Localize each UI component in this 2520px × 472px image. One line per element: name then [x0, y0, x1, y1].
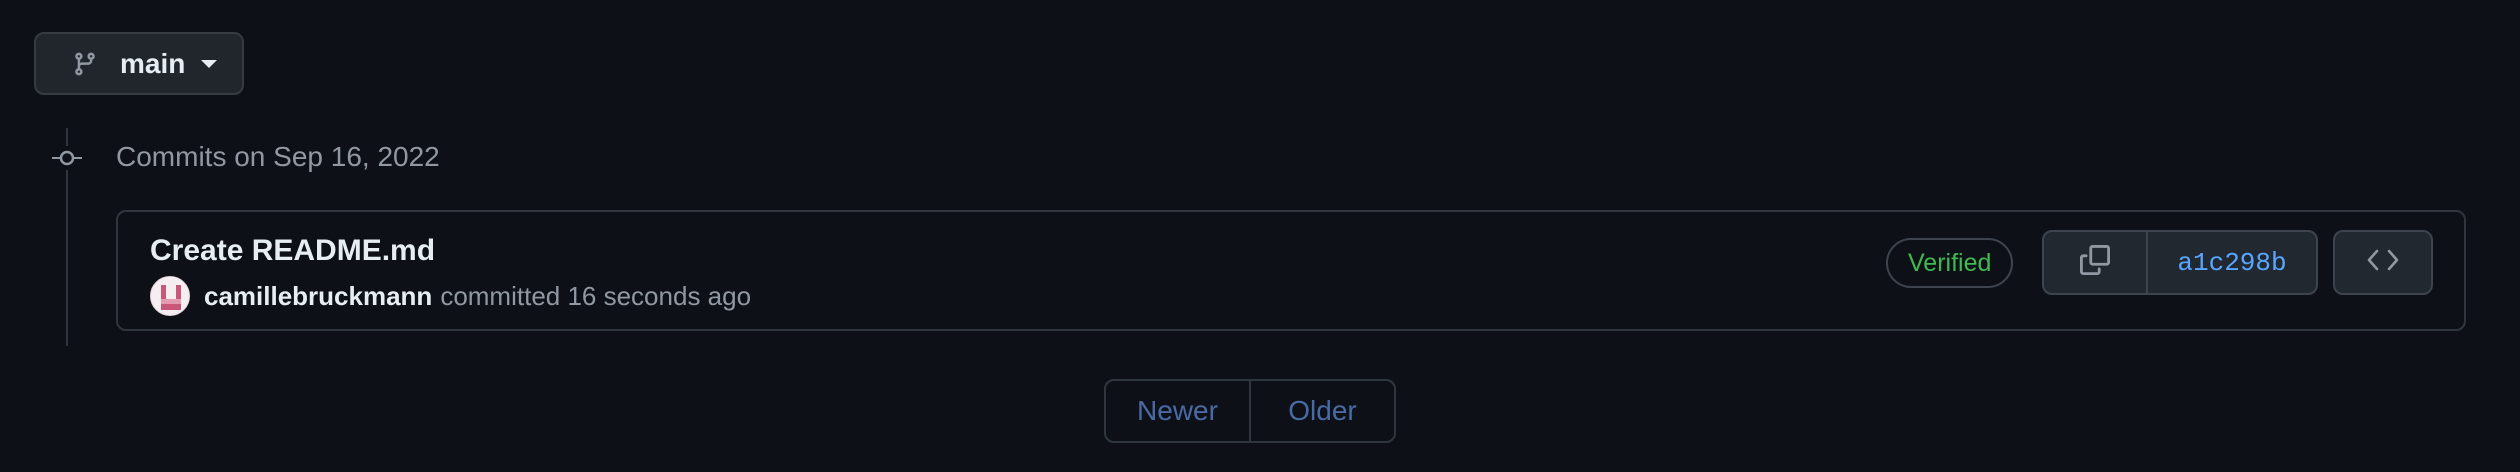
- copy-icon: [2080, 245, 2110, 280]
- git-commit-icon: [52, 146, 82, 170]
- pagination: Newer Older: [1104, 379, 1396, 443]
- chevron-down-icon: [201, 59, 218, 68]
- verified-badge[interactable]: Verified: [1886, 238, 2014, 288]
- commit-group-heading: Commits on Sep 16, 2022: [116, 141, 440, 172]
- copy-sha-button[interactable]: [2044, 232, 2148, 293]
- commit-row: Create README.md camillebruckmann commit…: [116, 210, 2466, 331]
- branch-name: main: [120, 47, 186, 79]
- newer-button[interactable]: Newer: [1106, 381, 1251, 441]
- commit-title-link[interactable]: Create README.md: [150, 234, 435, 268]
- code-icon: [2366, 248, 2400, 277]
- commit-sha-link[interactable]: a1c298b: [2148, 232, 2316, 293]
- older-button[interactable]: Older: [1251, 381, 1394, 441]
- author-link[interactable]: camillebruckmann: [204, 281, 432, 312]
- commit-timestamp: committed 16 seconds ago: [440, 280, 752, 311]
- avatar[interactable]: [150, 276, 190, 316]
- commit-meta: camillebruckmann committed 16 seconds ag…: [150, 276, 751, 316]
- commits-page: main Commits on Sep 16, 2022 Create READ…: [0, 0, 2520, 472]
- branch-selector-button[interactable]: main: [34, 32, 244, 95]
- browse-repository-button[interactable]: [2333, 230, 2433, 295]
- git-branch-icon: [70, 48, 100, 80]
- sha-button-group: a1c298b: [2042, 230, 2318, 295]
